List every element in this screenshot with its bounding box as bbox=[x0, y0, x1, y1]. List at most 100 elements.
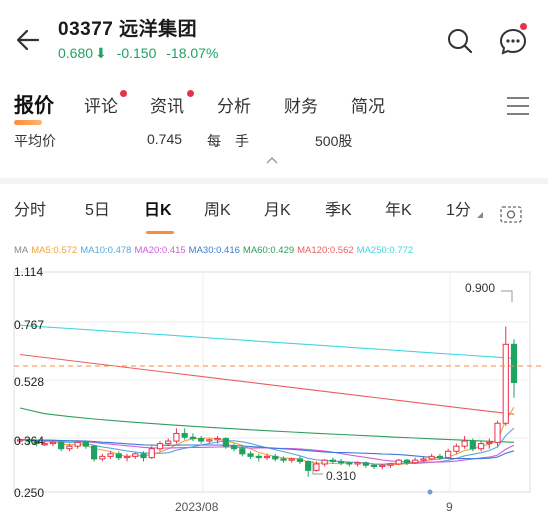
candle-body bbox=[428, 455, 435, 460]
ma-legend-item: MA60:0.429 bbox=[242, 245, 295, 256]
tab-comments[interactable]: 评论 bbox=[84, 92, 118, 117]
tab-news[interactable]: 资讯 bbox=[150, 92, 184, 117]
candle-body bbox=[486, 441, 493, 445]
candle-body bbox=[132, 453, 139, 457]
candle-body bbox=[453, 445, 460, 452]
candle-body bbox=[255, 455, 262, 459]
candle-body bbox=[214, 438, 221, 441]
y-tick-0: 1.114 bbox=[14, 265, 44, 279]
candle-body bbox=[156, 443, 164, 450]
candle-body bbox=[198, 438, 205, 442]
ma-legend-item: MA120:0.562 bbox=[297, 245, 354, 256]
notification-dot bbox=[520, 23, 527, 30]
candle-body bbox=[354, 462, 361, 465]
period-tab-monthly[interactable]: 月K bbox=[264, 196, 291, 220]
active-period-indicator bbox=[146, 231, 174, 234]
candle-body bbox=[263, 455, 271, 459]
candle-body bbox=[502, 343, 509, 424]
high-leader-line bbox=[501, 290, 513, 302]
stock-quote: 0.680 ⬇ -0.150 -18.07% bbox=[58, 45, 224, 62]
ma-legend-item: MA30:0.416 bbox=[188, 245, 240, 256]
high-price-label: 0.900 bbox=[465, 281, 496, 295]
tab-profile[interactable]: 简况 bbox=[351, 92, 385, 117]
ma-legend: MA MA5:0.572 MA10:0.478 MA20:0.415 MA30:0.41… bbox=[14, 245, 416, 256]
y-tick-1: 0.767 bbox=[14, 318, 45, 332]
candle-body bbox=[329, 459, 336, 462]
candle-body bbox=[494, 422, 501, 443]
period-tab-1min[interactable]: 1分 bbox=[446, 196, 471, 220]
period-tab-5day[interactable]: 5日 bbox=[85, 196, 110, 220]
ma-legend-item: MA5:0.572 bbox=[31, 245, 78, 256]
candle-body bbox=[239, 448, 246, 455]
candle-body bbox=[510, 343, 518, 384]
dropdown-triangle-icon[interactable] bbox=[477, 212, 483, 218]
stock-title: 03377 远洋集团 bbox=[58, 19, 198, 40]
down-arrow-icon: ⬇ bbox=[95, 45, 107, 61]
candle-body bbox=[222, 438, 229, 447]
info-row: 平均价 0.745 每 手 500股 bbox=[14, 131, 534, 151]
candle-body bbox=[461, 440, 468, 447]
menu-icon[interactable] bbox=[506, 96, 530, 116]
chart-settings-icon[interactable] bbox=[500, 204, 522, 224]
ma-legend-item: MA10:0.478 bbox=[80, 245, 132, 256]
candle-body bbox=[469, 440, 476, 450]
candle-body bbox=[206, 439, 213, 442]
candle-body bbox=[82, 441, 89, 447]
candle-body bbox=[140, 453, 147, 459]
candle-body bbox=[115, 453, 122, 459]
tab-finance[interactable]: 财务 bbox=[284, 92, 318, 117]
comment-icon[interactable] bbox=[498, 26, 528, 56]
section-separator bbox=[0, 178, 548, 184]
period-tab-yearly[interactable]: 年K bbox=[385, 196, 412, 220]
stock-price: 0.680 bbox=[58, 45, 94, 61]
lot-size-label: 每 手 bbox=[207, 133, 249, 149]
expand-caret-icon[interactable] bbox=[265, 156, 279, 164]
news-dot bbox=[187, 90, 194, 97]
active-tab-indicator bbox=[14, 120, 42, 125]
back-arrow-icon[interactable] bbox=[14, 26, 42, 54]
y-tick-3: 0.364 bbox=[14, 434, 45, 448]
period-tab-daily[interactable]: 日K bbox=[144, 196, 172, 220]
avg-price-label: 平均价 bbox=[14, 133, 56, 149]
candle-body bbox=[107, 453, 114, 457]
ma-legend-item: MA bbox=[14, 245, 29, 256]
candle-body bbox=[49, 441, 57, 445]
header: 03377 远洋集团 0.680 ⬇ -0.150 -18.07% bbox=[0, 0, 548, 80]
main-tabs: 报价 评论 资讯 分析 财务 简况 bbox=[0, 88, 548, 128]
candle-body bbox=[288, 458, 295, 461]
candle-body bbox=[412, 459, 419, 464]
period-tab-weekly[interactable]: 周K bbox=[204, 196, 231, 220]
candle-body bbox=[477, 443, 485, 450]
ma-line-ma120 bbox=[19, 353, 515, 415]
candle-body bbox=[74, 441, 81, 447]
candle-body bbox=[99, 455, 106, 460]
y-tick-4: 0.250 bbox=[14, 486, 45, 500]
candle-body bbox=[420, 458, 427, 461]
search-icon[interactable] bbox=[445, 26, 475, 56]
candle-body bbox=[313, 463, 320, 471]
candle-body bbox=[321, 459, 328, 465]
lot-size-value: 500股 bbox=[315, 133, 353, 149]
candle-body bbox=[379, 464, 386, 468]
period-tab-quarterly[interactable]: 季K bbox=[325, 196, 352, 220]
candle-body bbox=[436, 455, 443, 459]
candle-body bbox=[123, 455, 131, 459]
candle-body bbox=[230, 445, 238, 450]
period-tabs: 分时 5日 日K 周K 月K 季K 年K 1分 bbox=[0, 196, 548, 232]
candle-body bbox=[403, 459, 411, 464]
ma-line-ma60 bbox=[19, 407, 515, 443]
candle-body bbox=[66, 445, 73, 450]
tab-quote[interactable]: 报价 bbox=[14, 89, 54, 118]
period-tab-intraday[interactable]: 分时 bbox=[14, 196, 46, 220]
ma-legend-item: MA20:0.415 bbox=[134, 245, 186, 256]
x-tick-0: 2023/08 bbox=[175, 500, 219, 514]
candle-body bbox=[272, 455, 279, 460]
tab-analysis[interactable]: 分析 bbox=[217, 92, 251, 117]
stock-change-pct: -18.07% bbox=[166, 45, 219, 61]
kline-chart[interactable]: 1.114 0.767 0.528 0.364 0.250 2023/08 9 … bbox=[0, 262, 548, 522]
kline-svg bbox=[13, 271, 544, 495]
candle-body bbox=[362, 462, 369, 466]
candle-body bbox=[58, 441, 65, 450]
candle-body bbox=[280, 458, 287, 461]
candle-body bbox=[165, 440, 172, 445]
